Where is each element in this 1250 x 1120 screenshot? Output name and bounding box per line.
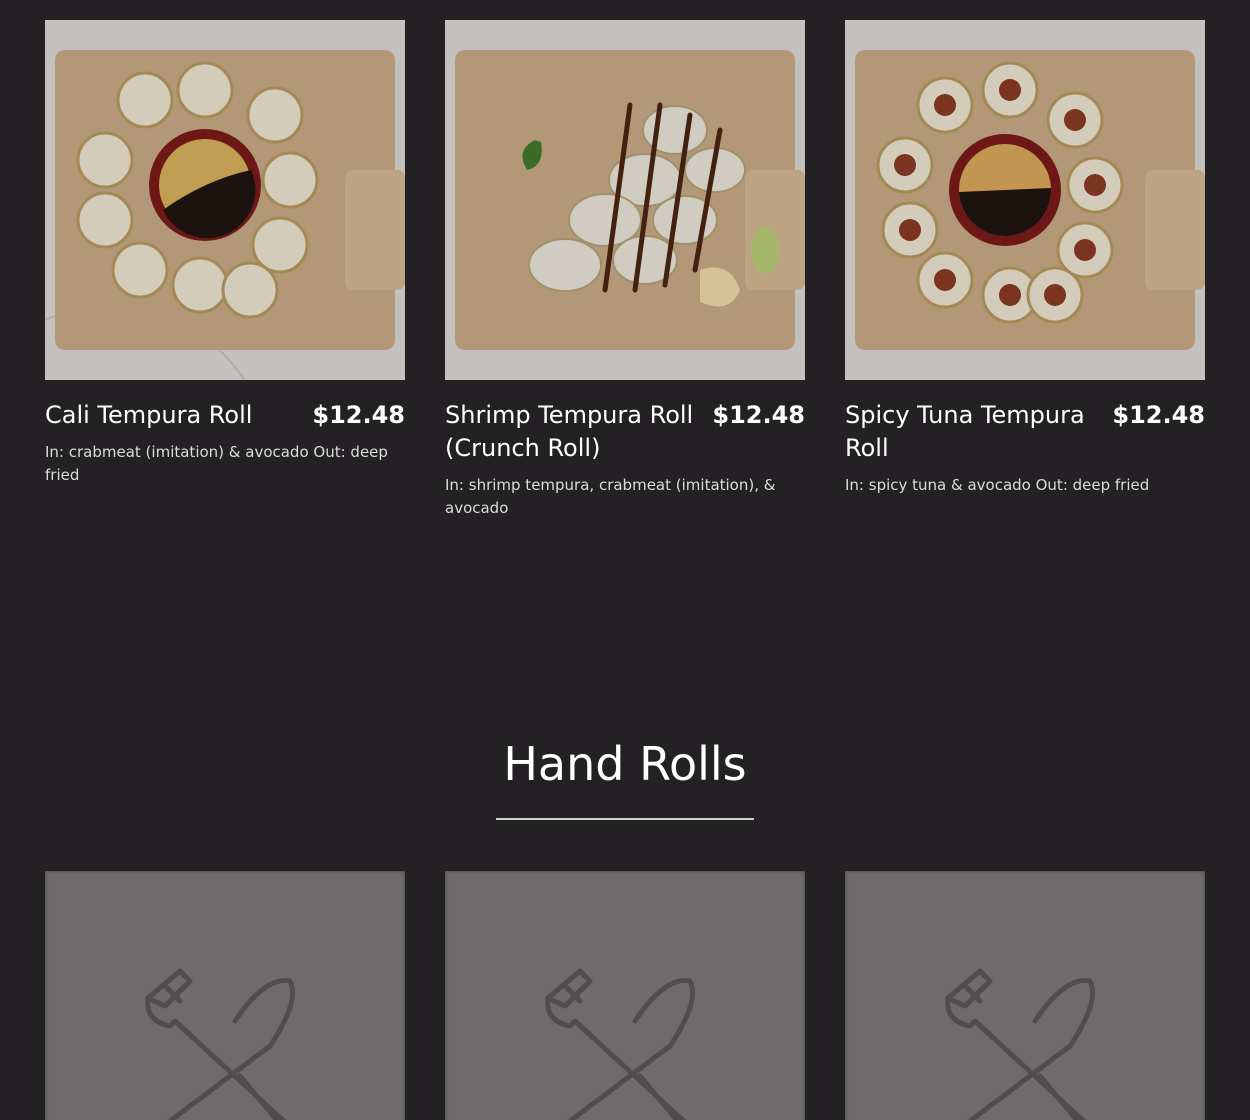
menu-item-card[interactable] bbox=[45, 871, 405, 1120]
menu-item-description: In: spicy tuna & avocado Out: deep fried bbox=[845, 476, 1150, 494]
fork-knife-icon bbox=[545, 968, 695, 1120]
menu-item-description: In: crabmeat (imitation) & avocado Out: … bbox=[45, 443, 388, 484]
fork-knife-icon bbox=[945, 968, 1095, 1120]
menu-item-photo-placeholder[interactable] bbox=[45, 871, 405, 1120]
fork-knife-icon bbox=[145, 968, 295, 1120]
menu-item-card[interactable] bbox=[845, 871, 1205, 1120]
menu-item-name: Spicy Tuna Tempura Roll bbox=[845, 401, 1085, 462]
menu-item-photo[interactable] bbox=[445, 20, 805, 380]
menu-item-name: Cali Tempura Roll bbox=[45, 401, 253, 429]
menu-item-card[interactable]: Shrimp Tempura Roll (Crunch Roll) $12.48… bbox=[445, 20, 805, 520]
menu-item-description: In: shrimp tempura, crabmeat (imitation)… bbox=[445, 476, 776, 517]
section-title: Hand Rolls bbox=[503, 737, 747, 791]
menu-item-price: $12.48 bbox=[312, 401, 405, 429]
menu-item-price: $12.48 bbox=[1112, 401, 1205, 429]
menu-item-price: $12.48 bbox=[712, 401, 805, 429]
menu-item-photo[interactable] bbox=[845, 20, 1205, 380]
menu-item-name: Shrimp Tempura Roll (Crunch Roll) bbox=[445, 401, 694, 462]
menu-item-photo-placeholder[interactable] bbox=[845, 871, 1205, 1120]
menu-page: Cali Tempura Roll $12.48 In: crabmeat (i… bbox=[0, 0, 1250, 1120]
hand-rolls-grid bbox=[45, 871, 1205, 1120]
menu-item-photo[interactable] bbox=[45, 20, 405, 380]
menu-item-card[interactable] bbox=[445, 871, 805, 1120]
menu-item-card[interactable]: Spicy Tuna Tempura Roll $12.48 In: spicy… bbox=[845, 20, 1205, 520]
menu-item-photo-placeholder[interactable] bbox=[445, 871, 805, 1120]
section-divider bbox=[496, 818, 754, 820]
tempura-rolls-grid: Cali Tempura Roll $12.48 In: crabmeat (i… bbox=[45, 20, 1205, 520]
menu-item-card[interactable]: Cali Tempura Roll $12.48 In: crabmeat (i… bbox=[45, 20, 405, 520]
